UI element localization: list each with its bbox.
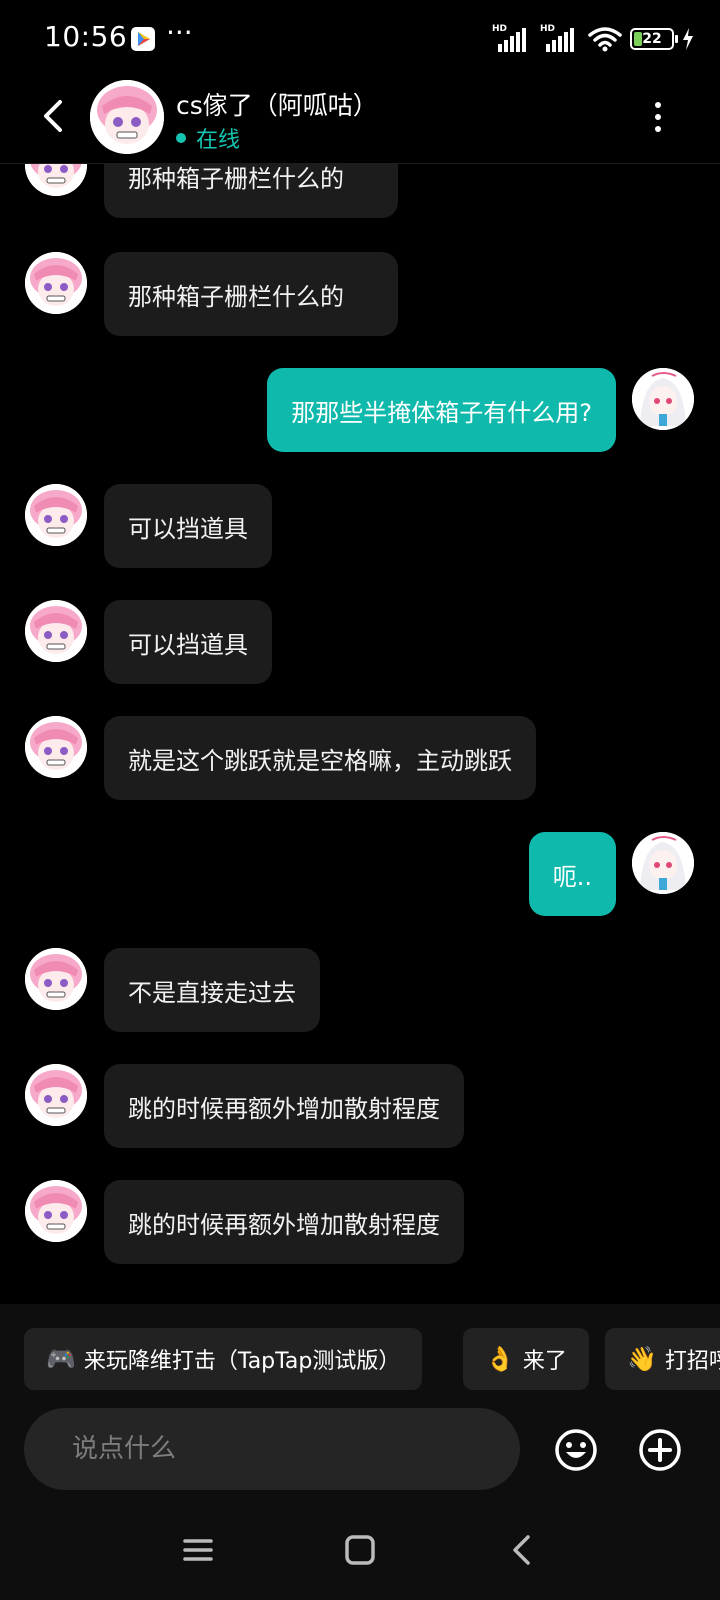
contact-name: cs傢了（阿呱咕） [176,91,378,120]
back-icon[interactable] [504,1532,540,1568]
contact-avatar[interactable] [25,252,87,314]
message-bubble[interactable]: 跳的时候再额外增加散射程度 [104,1180,464,1264]
back-arrow-icon[interactable] [34,96,74,136]
more-options-icon[interactable] [652,102,664,132]
play-store-icon [131,27,155,51]
self-avatar[interactable] [632,832,694,894]
composer [0,1400,720,1500]
charging-icon [683,28,693,50]
message-bubble[interactable]: 就是这个跳跃就是空格嘛，主动跳跃 [104,716,536,800]
quick-reply-label: 打招呼 [664,1349,720,1374]
add-attachment-icon[interactable] [638,1428,682,1472]
message-bubble[interactable]: 呃.. [528,832,616,916]
message-input[interactable] [24,1408,520,1490]
message-bubble[interactable]: 可以挡道具 [104,600,272,684]
online-status: 在线 [176,122,240,154]
self-avatar[interactable] [632,368,694,430]
quick-reply-label: 来了 [522,1349,567,1374]
emoji-icon[interactable] [554,1428,598,1472]
more-notifications-icon: ··· [166,16,193,49]
contact-avatar[interactable] [25,1064,87,1126]
recent-apps-icon[interactable] [180,1532,216,1568]
wifi-icon [588,27,622,52]
game-controller-icon: 🎮 [46,1345,76,1373]
status-time: 10:56 [44,20,128,53]
online-dot-icon [176,133,186,143]
cellular-signal-icon: HD [540,24,580,52]
message-bubble[interactable]: 跳的时候再额外增加散射程度 [104,1064,464,1148]
quick-reply-greet[interactable]: 👋 打招呼 [605,1328,720,1390]
waving-hand-icon: 👋 [627,1345,657,1373]
battery-level: 22 [642,31,662,47]
cellular-signal-icon: HD [492,24,532,52]
chat-header: cs傢了（阿呱咕） 在线 [0,80,720,164]
message-bubble[interactable]: 不是直接走过去 [104,948,320,1032]
quick-reply-bar: 🎮 来玩降维打击（TapTap测试版） 👌 来了 👋 打招呼 [0,1304,720,1400]
contact-avatar[interactable] [25,948,87,1010]
contact-avatar[interactable] [25,716,87,778]
contact-avatar[interactable] [25,1180,87,1242]
message-bubble[interactable]: 那那些半掩体箱子有什么用? [267,368,616,452]
contact-avatar[interactable] [25,600,87,662]
quick-reply-label: 来玩降维打击（TapTap测试版） [83,1349,401,1374]
message-bubble[interactable]: 那种箱子栅栏什么的 [104,164,398,218]
online-status-label: 在线 [196,128,241,153]
contact-avatar[interactable] [90,80,164,154]
quick-reply-game[interactable]: 🎮 来玩降维打击（TapTap测试版） [24,1328,423,1390]
contact-avatar[interactable] [25,164,87,196]
battery-icon: 22 [630,28,678,50]
message-list[interactable]: 那种箱子栅栏什么的 那种箱子栅栏什么的 那那些半掩体箱子有什么用? 可以挡道具 … [0,164,720,1304]
message-bubble[interactable]: 可以挡道具 [104,484,272,568]
quick-reply-coming[interactable]: 👌 来了 [463,1328,589,1390]
ok-hand-icon: 👌 [485,1345,515,1373]
message-bubble[interactable]: 那种箱子栅栏什么的 [104,252,398,336]
system-nav-bar [0,1500,720,1600]
status-bar: 10:56 ··· HD HD 22 [0,0,720,80]
home-icon[interactable] [342,1532,378,1568]
contact-avatar[interactable] [25,484,87,546]
